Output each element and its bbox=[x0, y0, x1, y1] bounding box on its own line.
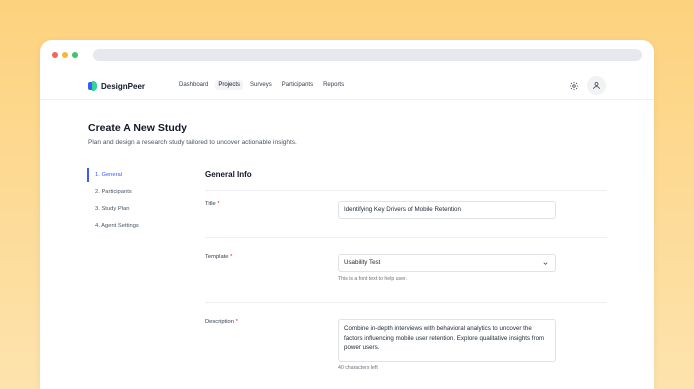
step-list: 1. General 2. Participants 3. Study Plan… bbox=[87, 168, 139, 236]
nav-surveys[interactable]: Surveys bbox=[247, 80, 275, 90]
title-input[interactable]: Identifying Key Drivers of Mobile Retent… bbox=[338, 201, 556, 219]
title-label: Title * bbox=[205, 201, 220, 207]
description-label: Description * bbox=[205, 319, 238, 325]
user-icon bbox=[593, 82, 600, 89]
template-select[interactable]: Usability Test bbox=[338, 254, 556, 272]
gear-icon[interactable] bbox=[569, 81, 579, 91]
divider bbox=[205, 237, 607, 238]
logo-icon bbox=[88, 81, 98, 91]
close-window-dot[interactable] bbox=[52, 52, 58, 58]
top-nav: DesignPeer Dashboard Projects Surveys Pa… bbox=[40, 72, 654, 100]
nav-participants[interactable]: Participants bbox=[279, 80, 316, 90]
nav-projects[interactable]: Projects bbox=[215, 80, 244, 90]
avatar[interactable] bbox=[587, 76, 606, 95]
template-label: Template * bbox=[205, 254, 233, 260]
step-general[interactable]: 1. General bbox=[87, 168, 139, 182]
nav-reports[interactable]: Reports bbox=[320, 80, 347, 90]
nav-links: Dashboard Projects Surveys Participants … bbox=[176, 80, 347, 90]
description-hint: 40 characters left bbox=[338, 365, 378, 371]
step-participants[interactable]: 2. Participants bbox=[87, 185, 139, 199]
logo-text: DesignPeer bbox=[101, 81, 146, 91]
template-hint: This is a font text to help user. bbox=[338, 276, 407, 282]
browser-window: DesignPeer Dashboard Projects Surveys Pa… bbox=[40, 40, 654, 389]
minimize-window-dot[interactable] bbox=[62, 52, 68, 58]
step-agent-settings[interactable]: 4. Agent Settings bbox=[87, 219, 139, 233]
page-subtitle: Plan and design a research study tailore… bbox=[88, 139, 297, 146]
maximize-window-dot[interactable] bbox=[72, 52, 78, 58]
template-select-value: Usability Test bbox=[344, 259, 381, 266]
step-study-plan[interactable]: 3. Study Plan bbox=[87, 202, 139, 216]
logo[interactable]: DesignPeer bbox=[88, 79, 145, 93]
section-title: General Info bbox=[205, 170, 252, 179]
page-title: Create A New Study bbox=[88, 122, 187, 134]
description-textarea[interactable]: Combine in-depth interviews with behavio… bbox=[338, 319, 556, 362]
nav-dashboard[interactable]: Dashboard bbox=[176, 80, 211, 90]
address-bar[interactable] bbox=[93, 49, 642, 61]
divider bbox=[205, 190, 607, 191]
chevron-down-icon bbox=[543, 262, 548, 265]
divider bbox=[205, 302, 607, 303]
browser-chrome bbox=[40, 40, 654, 70]
